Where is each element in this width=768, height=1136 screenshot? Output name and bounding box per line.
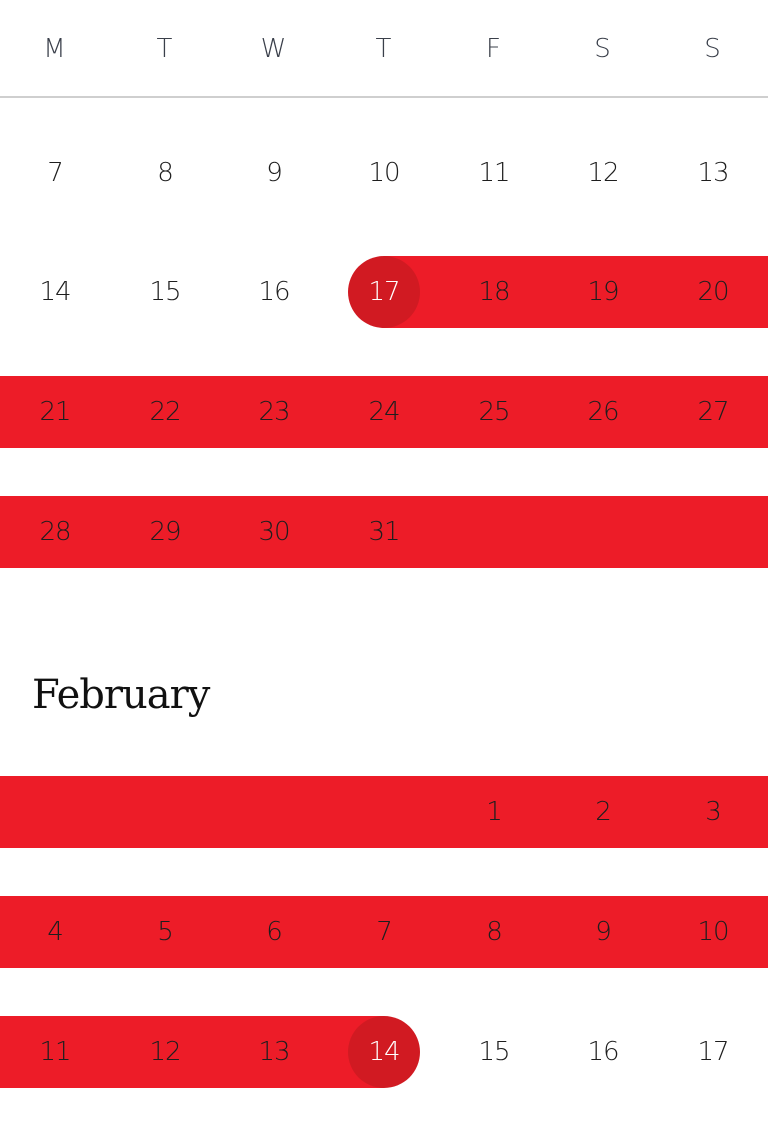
day-cell[interactable]: 1	[439, 776, 549, 848]
day-cell[interactable]: 29	[110, 496, 220, 568]
day-cell[interactable]: 14	[0, 256, 110, 328]
day-cell[interactable]: 26	[548, 376, 658, 448]
day-cell[interactable]: 27	[658, 376, 768, 448]
day-cell[interactable]: 9	[548, 896, 658, 968]
day-cell[interactable]: 30	[219, 496, 329, 568]
day-cell[interactable]: 28	[0, 496, 110, 568]
day-cell[interactable]: 19	[548, 256, 658, 328]
day-cell[interactable]: 15	[439, 1016, 549, 1088]
weekday-sat: S	[594, 34, 612, 64]
day-cell-range-end[interactable]: 14	[329, 1016, 439, 1088]
weekday-header: M T W T F S S	[0, 0, 768, 98]
day-cell[interactable]: 17	[658, 1016, 768, 1088]
day-cell[interactable]: 16	[219, 256, 329, 328]
weekday-fri: F	[486, 34, 502, 64]
weekday-mon: M	[43, 34, 67, 64]
day-cell[interactable]: 25	[439, 376, 549, 448]
day-cell[interactable]: 12	[110, 1016, 220, 1088]
week-row-jan-4: 28 29 30 31	[0, 496, 768, 568]
day-cell[interactable]: 11	[439, 137, 549, 209]
day-cell[interactable]: 22	[110, 376, 220, 448]
day-cell[interactable]: 13	[219, 1016, 329, 1088]
day-cell[interactable]: 2	[548, 776, 658, 848]
day-cell[interactable]: 9	[219, 137, 329, 209]
day-cell[interactable]: 6	[219, 896, 329, 968]
week-row-jan-2: 14 15 16 17 18 19 20	[0, 256, 768, 328]
weekday-tue: T	[156, 34, 174, 64]
day-cell[interactable]: 7	[0, 137, 110, 209]
day-cell-range-start[interactable]: 17	[329, 256, 439, 328]
day-cell[interactable]: 5	[110, 896, 220, 968]
day-cell[interactable]: 23	[219, 376, 329, 448]
day-cell[interactable]: 15	[110, 256, 220, 328]
day-cell[interactable]: 10	[329, 137, 439, 209]
day-cell[interactable]: 31	[329, 496, 439, 568]
day-cell[interactable]: 3	[658, 776, 768, 848]
day-cell[interactable]: 7	[329, 896, 439, 968]
day-cell[interactable]: 11	[0, 1016, 110, 1088]
week-row-feb-1: 1 2 3	[0, 776, 768, 848]
day-cell[interactable]: 12	[548, 137, 658, 209]
month-title: February	[32, 672, 210, 718]
day-cell[interactable]: 8	[439, 896, 549, 968]
day-cell[interactable]: 8	[110, 137, 220, 209]
day-cell[interactable]: 16	[548, 1016, 658, 1088]
week-row-jan-1: 7 8 9 10 11 12 13	[0, 137, 768, 209]
week-row-feb-3: 11 12 13 14 15 16 17	[0, 1016, 768, 1088]
day-cell[interactable]: 18	[439, 256, 549, 328]
weekday-wed: W	[260, 34, 288, 64]
week-row-feb-2: 4 5 6 7 8 9 10	[0, 896, 768, 968]
weekday-sun: S	[704, 34, 722, 64]
weekday-thu: T	[375, 34, 393, 64]
day-cell[interactable]: 13	[658, 137, 768, 209]
day-cell[interactable]: 21	[0, 376, 110, 448]
day-cell[interactable]: 24	[329, 376, 439, 448]
day-cell[interactable]: 20	[658, 256, 768, 328]
week-row-jan-3: 21 22 23 24 25 26 27	[0, 376, 768, 448]
day-cell[interactable]: 4	[0, 896, 110, 968]
day-cell[interactable]: 10	[658, 896, 768, 968]
